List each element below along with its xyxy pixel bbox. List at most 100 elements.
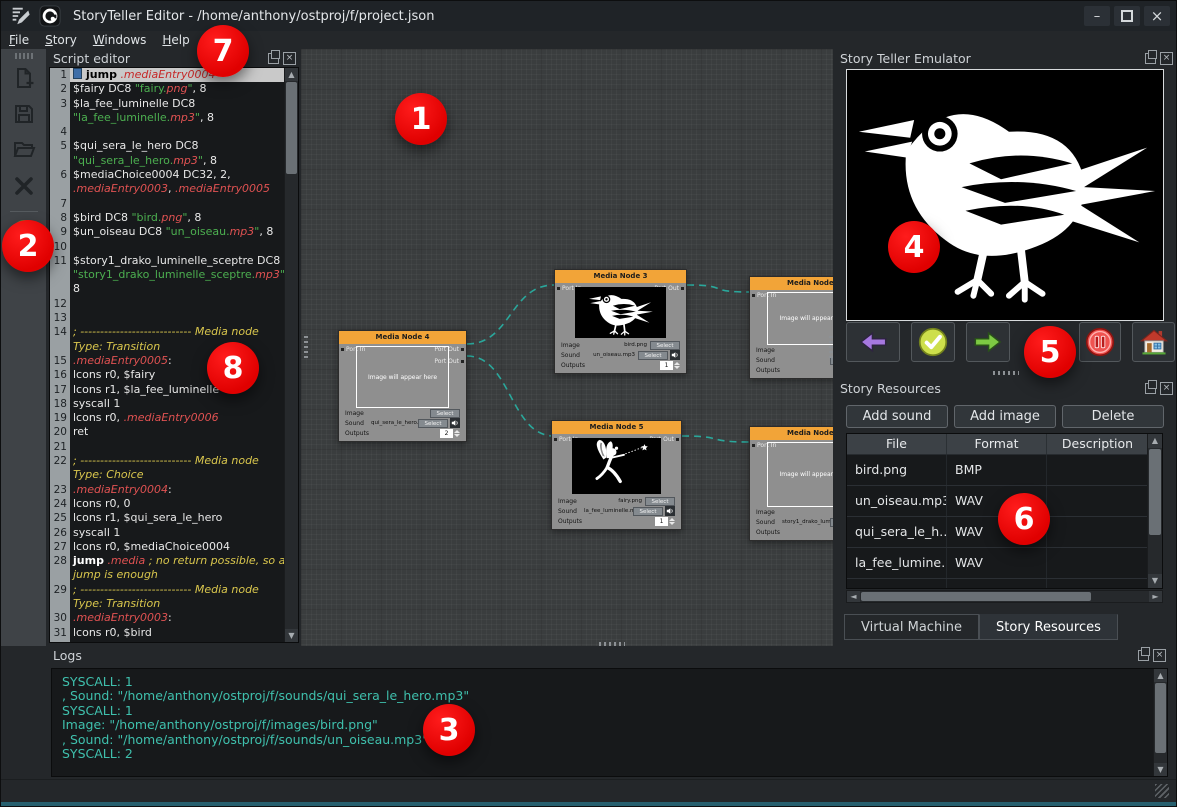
previous-button[interactable] xyxy=(846,322,900,362)
scroll-down-icon[interactable]: ▼ xyxy=(1148,574,1162,588)
media-node[interactable]: Media Node 3Port InPort OutImagebird.png… xyxy=(554,269,687,374)
code-line[interactable]: 25lcons r1, $qui_sera_le_hero xyxy=(50,511,298,525)
code-line[interactable]: 20ret xyxy=(50,425,298,439)
code-line[interactable]: 24lcons r0, 0 xyxy=(50,497,298,511)
menu-item-story[interactable]: Story xyxy=(37,33,85,47)
close-icon[interactable]: × xyxy=(1160,382,1173,395)
code-editor[interactable]: 1jump .mediaEntry00042$fairy DC8 "fairy.… xyxy=(49,67,299,643)
code-line[interactable]: 7 xyxy=(50,197,298,211)
code-line[interactable]: 19lcons r0, .mediaEntry0006 xyxy=(50,411,298,425)
ok-button[interactable] xyxy=(911,322,955,362)
media-node[interactable]: Media Node 6Port InPort OutImage will ap… xyxy=(749,426,833,541)
code-line[interactable]: 14; ---------------------------- Media n… xyxy=(50,325,298,339)
code-line[interactable]: 13 xyxy=(50,311,298,325)
code-line[interactable]: 21 xyxy=(50,440,298,454)
node-title-bar[interactable]: Media Node 5 xyxy=(552,421,681,434)
code-line[interactable]: 31lcons r0, $bird xyxy=(50,626,298,640)
node-title-bar[interactable]: Media Node 3 xyxy=(555,270,686,283)
code-line[interactable]: 4 xyxy=(50,125,298,139)
table-row[interactable]: la_fee_lumine…WAV xyxy=(847,548,1162,579)
code-line[interactable]: "story1_drako_luminelle_sceptre.mp3", xyxy=(50,268,298,282)
code-line[interactable]: 26syscall 1 xyxy=(50,526,298,540)
code-line[interactable]: 17lcons r1, $la_fee_luminelle xyxy=(50,383,298,397)
scroll-thumb[interactable] xyxy=(286,82,297,174)
code-line[interactable]: jump is enough xyxy=(50,568,298,582)
title-bar[interactable]: StoryTeller Editor - /home/anthony/ostpr… xyxy=(1,1,1176,32)
media-node[interactable]: Media Node 4Port InPort OutPort OutImage… xyxy=(338,330,467,442)
code-line[interactable]: 8 xyxy=(50,282,298,296)
code-line[interactable]: 11$story1_drako_luminelle_sceptre DC8 xyxy=(50,254,298,268)
code-line[interactable]: 10 xyxy=(50,240,298,254)
logs-output[interactable]: SYSCALL: 1, Sound: "/home/anthony/ostpro… xyxy=(51,668,1168,777)
close-icon[interactable]: × xyxy=(1160,52,1173,65)
node-title-bar[interactable]: Media Node 6 xyxy=(750,427,833,440)
code-line[interactable]: 12 xyxy=(50,297,298,311)
next-button[interactable] xyxy=(966,322,1010,362)
code-line[interactable]: "la_fee_luminelle.mp3", 8 xyxy=(50,111,298,125)
select-image-button[interactable]: Select xyxy=(430,409,460,418)
close-icon[interactable]: × xyxy=(283,52,296,65)
code-line[interactable]: 3$la_fee_luminelle DC8 xyxy=(50,97,298,111)
delete-button[interactable]: Delete xyxy=(1062,405,1164,428)
code-line[interactable]: 8$bird DC8 "bird.png", 8 xyxy=(50,211,298,225)
scroll-up-icon[interactable]: ▲ xyxy=(1148,434,1162,448)
code-line[interactable]: "qui_sera_le_hero.mp3", 8 xyxy=(50,154,298,168)
code-line[interactable]: 9$un_oiseau DC8 "un_oiseau.mp3", 8 xyxy=(50,225,298,239)
float-icon[interactable] xyxy=(1145,53,1156,64)
code-line[interactable]: 1jump .mediaEntry0004 xyxy=(50,68,298,82)
outputs-spinner[interactable]: 1 xyxy=(655,517,675,526)
splitter-emulator[interactable] xyxy=(993,371,1019,375)
code-line[interactable]: Type: Transition xyxy=(50,597,298,611)
toolbar-open-folder-button[interactable] xyxy=(8,137,40,167)
pause-button[interactable] xyxy=(1079,322,1121,362)
code-line[interactable]: Type: Transition xyxy=(50,340,298,354)
code-line[interactable]: 23.mediaEntry0004: xyxy=(50,483,298,497)
tab-virtual-machine[interactable]: Virtual Machine xyxy=(844,614,979,640)
float-icon[interactable] xyxy=(1145,383,1156,394)
code-line[interactable]: Type: Choice xyxy=(50,468,298,482)
code-line[interactable]: 2$fairy DC8 "fairy.png", 8 xyxy=(50,82,298,96)
code-line[interactable]: 16lcons r0, $fairy xyxy=(50,368,298,382)
menu-item-windows[interactable]: Windows xyxy=(85,33,155,47)
code-line[interactable]: 32lcons r1, $un_oiseau xyxy=(50,640,298,643)
media-node[interactable]: Media Node 1Port InPort OutImage will ap… xyxy=(749,276,833,379)
scroll-left-icon[interactable]: ◄ xyxy=(847,591,860,602)
add-sound-button[interactable]: Add sound xyxy=(846,405,948,428)
table-row[interactable]: bird.pngBMP xyxy=(847,455,1162,486)
speaker-icon[interactable] xyxy=(450,418,460,428)
code-line[interactable]: 22; ---------------------------- Media n… xyxy=(50,454,298,468)
code-line[interactable]: 30.mediaEntry0003: xyxy=(50,611,298,625)
scroll-thumb[interactable] xyxy=(1149,449,1161,535)
table-scrollbar[interactable]: ▲ ▼ xyxy=(1147,434,1162,588)
media-node[interactable]: Media Node 5Port InPort OutImagefairy.pn… xyxy=(551,420,682,530)
toolbar-save-button[interactable] xyxy=(8,101,40,131)
select-image-button[interactable]: Select xyxy=(645,497,675,506)
speaker-icon[interactable] xyxy=(670,350,680,360)
minimize-button[interactable]: – xyxy=(1084,6,1110,26)
outputs-spinner[interactable]: 1 xyxy=(660,361,680,370)
scroll-up-icon[interactable]: ▲ xyxy=(1154,669,1167,682)
menu-item-help[interactable]: Help xyxy=(154,33,197,47)
logs-scrollbar[interactable]: ▲ ▼ xyxy=(1153,669,1167,776)
column-header-description[interactable]: Description xyxy=(1047,434,1149,454)
toolbar-delete-button[interactable] xyxy=(8,173,40,203)
select-image-button[interactable]: Select xyxy=(650,341,680,350)
maximize-button[interactable] xyxy=(1114,6,1140,26)
code-line[interactable]: 6$mediaChoice0004 DC32, 2, xyxy=(50,168,298,182)
code-line[interactable]: .mediaEntry0003, .mediaEntry0005 xyxy=(50,182,298,196)
code-line[interactable]: 27lcons r0, $mediaChoice0004 xyxy=(50,540,298,554)
node-title-bar[interactable]: Media Node 1 xyxy=(750,277,833,290)
float-icon[interactable] xyxy=(268,53,279,64)
toolbar-new-document-button[interactable] xyxy=(8,65,40,95)
code-line[interactable]: 15.mediaEntry0005: xyxy=(50,354,298,368)
select-sound-button[interactable]: Select xyxy=(638,351,668,360)
column-header-format[interactable]: Format xyxy=(947,434,1047,454)
menu-item-file[interactable]: File xyxy=(1,33,37,47)
node-canvas[interactable]: Media Node 4Port InPort OutPort OutImage… xyxy=(301,49,833,646)
resize-grip[interactable] xyxy=(1155,784,1169,798)
close-icon[interactable]: × xyxy=(1153,649,1166,662)
column-header-file[interactable]: File xyxy=(847,434,947,454)
float-icon[interactable] xyxy=(1138,650,1149,661)
code-line[interactable]: 28jump .media ; no return possible, so a xyxy=(50,554,298,568)
tab-story-resources[interactable]: Story Resources xyxy=(979,614,1118,640)
